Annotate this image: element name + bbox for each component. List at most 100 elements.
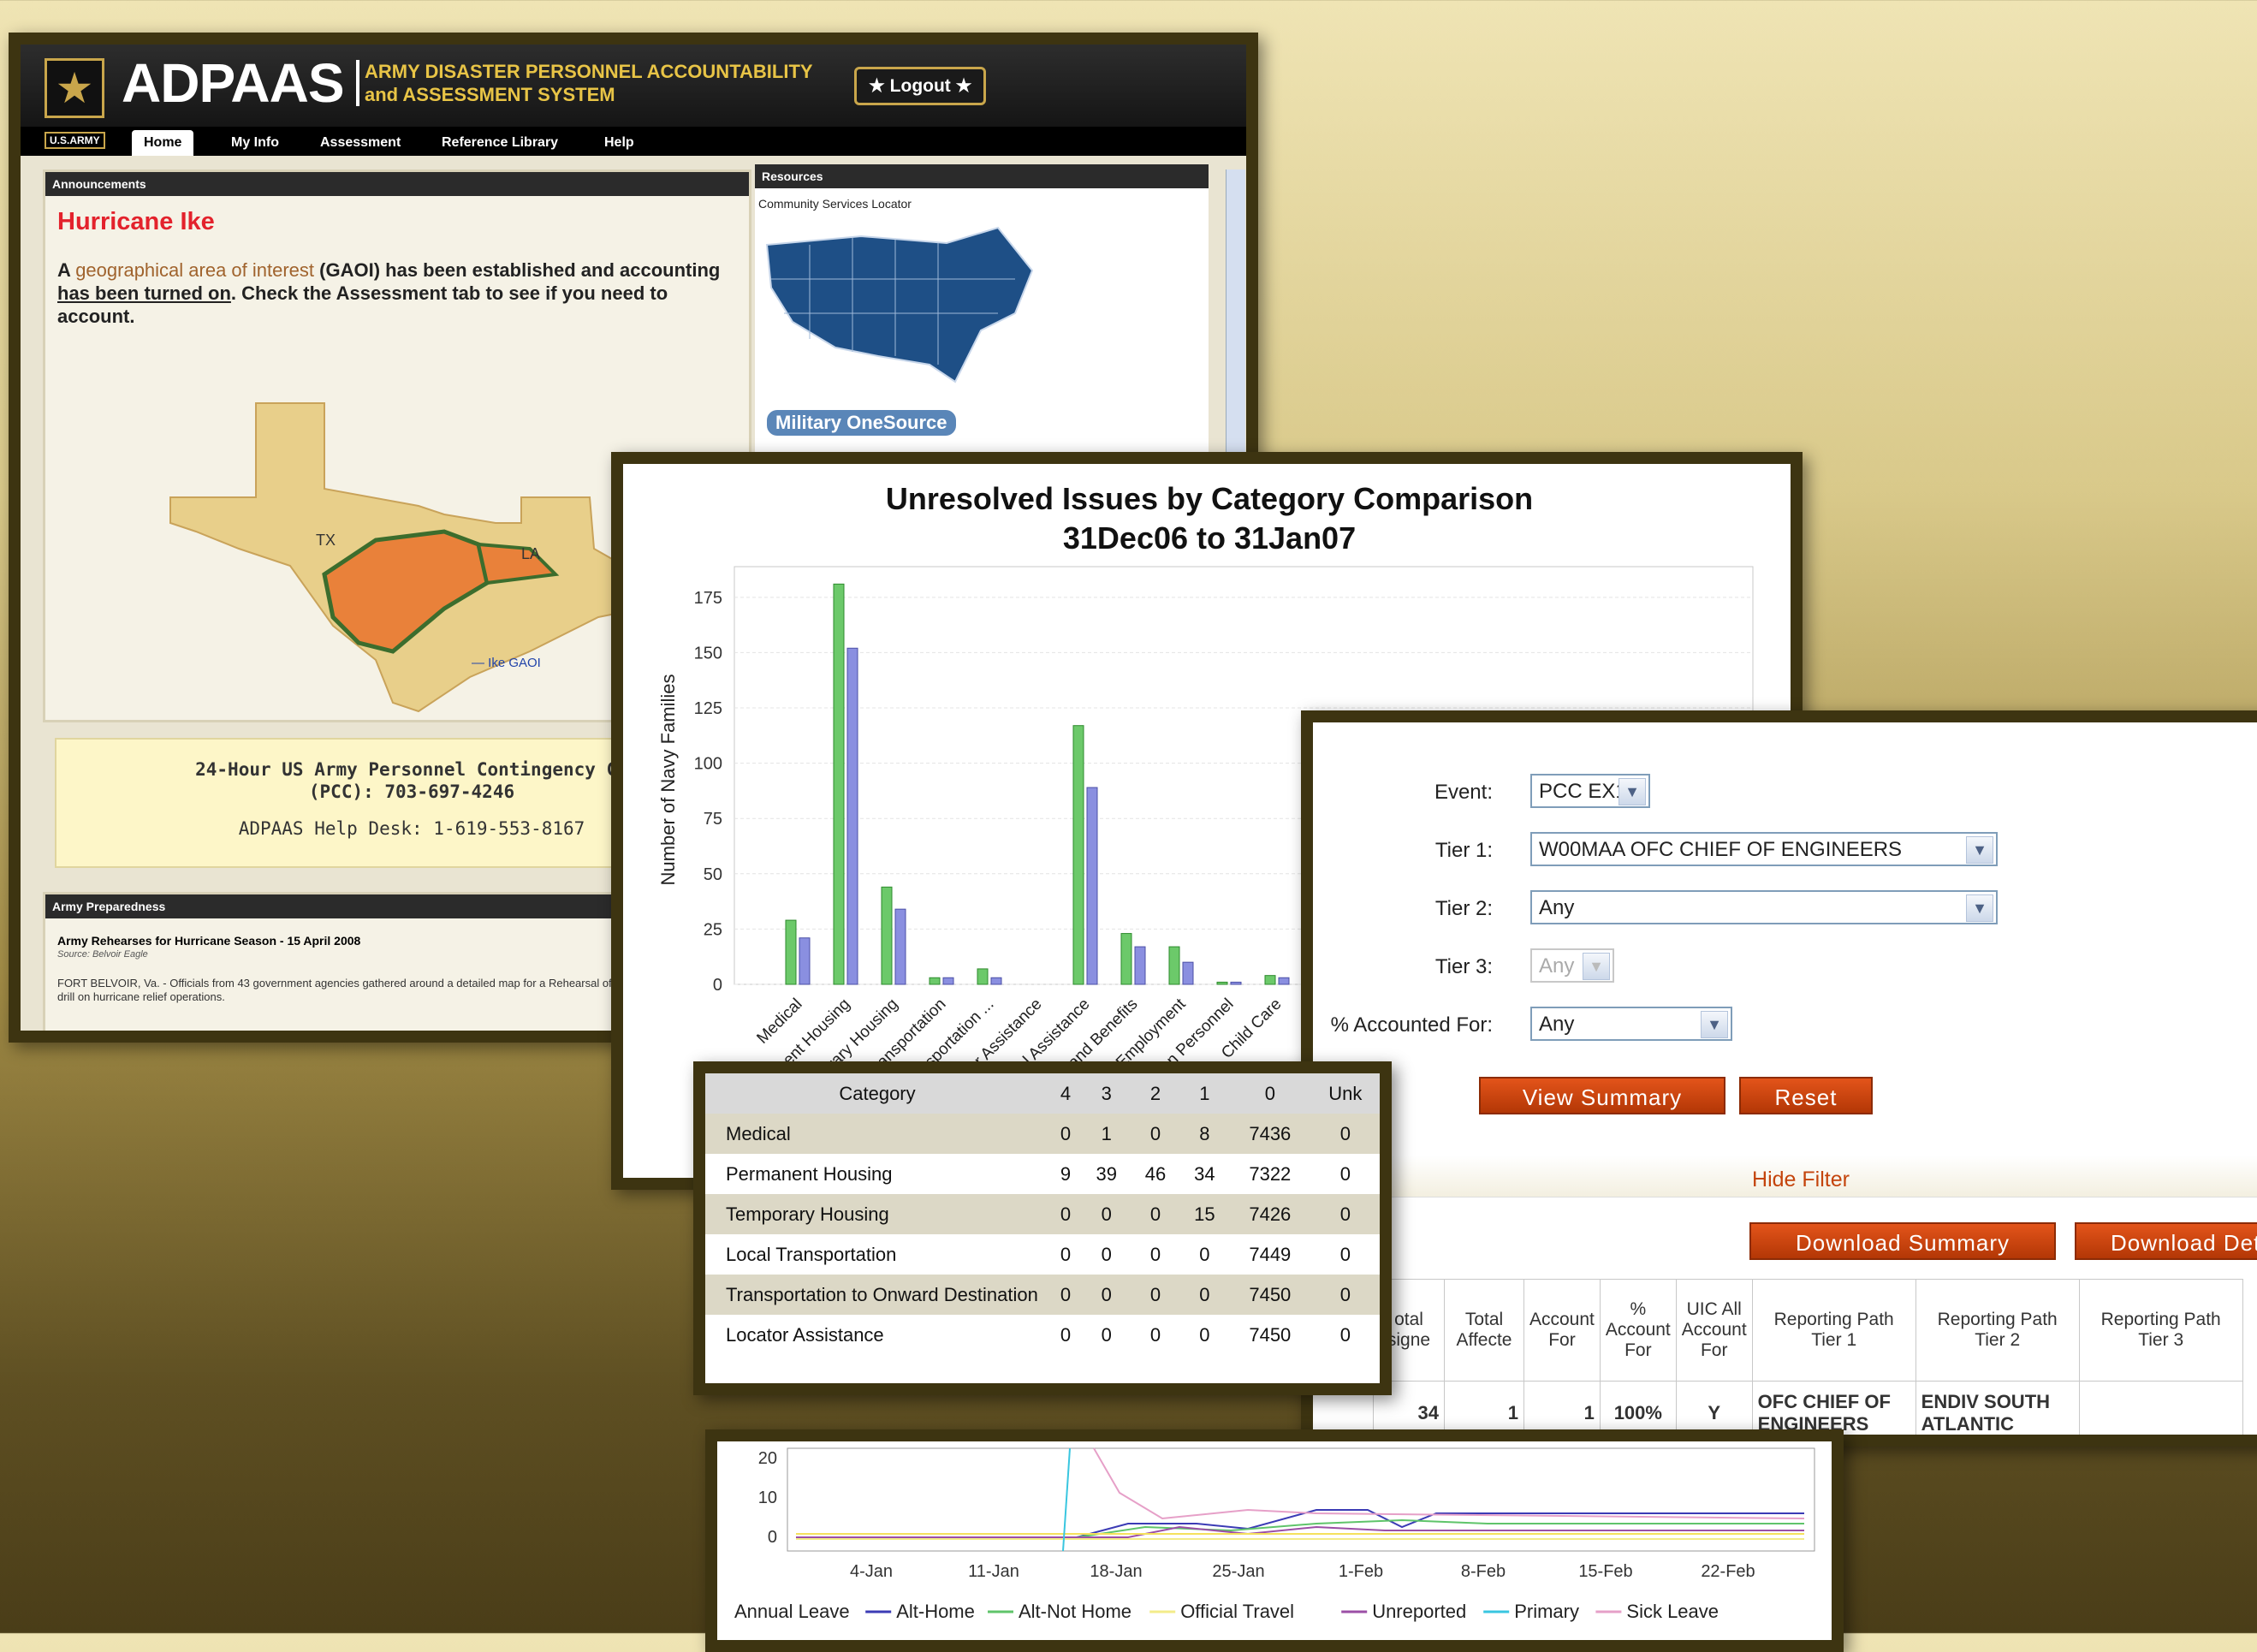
y-tick-label: 10 bbox=[758, 1489, 777, 1507]
map-label-la: LA bbox=[521, 545, 540, 562]
adpaas-header: ★ ADPAAS ARMY DISASTER PERSONNEL ACCOUNT… bbox=[21, 45, 1246, 127]
summary-row[interactable]: 34 1 1 100% Y OFC CHIEF OF ENGINEERS END… bbox=[1373, 1381, 2243, 1435]
x-tick-label: 1-Feb bbox=[1339, 1562, 1383, 1581]
bar bbox=[846, 647, 858, 985]
x-tick-label: 18-Jan bbox=[1090, 1562, 1142, 1581]
army-star-icon: ★ bbox=[45, 58, 104, 118]
legend-label: Official Travel bbox=[1180, 1601, 1294, 1622]
table-row[interactable]: Temporary Housing 0 0 0 15 7426 0 bbox=[705, 1194, 1380, 1234]
tier3-label: Tier 3: bbox=[1434, 955, 1493, 978]
view-summary-button[interactable]: View Summary bbox=[1479, 1077, 1725, 1114]
filter-window: Event: PCC EX1 ▼ Tier 1: W00MAA OFC CHIEF… bbox=[1301, 710, 2257, 1447]
tab-help[interactable]: Help bbox=[592, 130, 646, 156]
summary-header-row: otal signe Total Affecte Account For % A… bbox=[1373, 1279, 2243, 1382]
row-cell: 7450 bbox=[1249, 1283, 1292, 1305]
y-tick-label: 75 bbox=[704, 810, 722, 829]
row-cell: 0 bbox=[1060, 1283, 1072, 1305]
bar bbox=[1072, 725, 1084, 985]
download-summary-button[interactable]: Download Summary bbox=[1749, 1222, 2056, 1260]
row-cell: 9 bbox=[1060, 1162, 1072, 1185]
tab-assessment[interactable]: Assessment bbox=[308, 130, 413, 156]
header-col-3: 3 bbox=[1101, 1082, 1112, 1104]
chevron-down-icon[interactable]: ▼ bbox=[1701, 1011, 1728, 1038]
table-row[interactable]: Permanent Housing 9 39 46 34 7322 0 bbox=[705, 1154, 1380, 1194]
row-cell: 0 bbox=[1149, 1323, 1161, 1346]
row-cell: 0 bbox=[1199, 1243, 1210, 1265]
row-cell: 46 bbox=[1144, 1162, 1167, 1185]
announcement-headline: Hurricane Ike bbox=[57, 208, 215, 235]
row-cell: 0 bbox=[1101, 1283, 1112, 1305]
table-row[interactable]: Transportation to Onward Destination 0 0… bbox=[705, 1275, 1380, 1315]
resources-header: Resources bbox=[755, 164, 1209, 188]
bar bbox=[1120, 933, 1132, 985]
chevron-down-icon[interactable]: ▼ bbox=[1619, 778, 1646, 805]
y-tick-label: 0 bbox=[713, 976, 722, 995]
legend-label: Unreported bbox=[1372, 1601, 1466, 1622]
tab-home[interactable]: Home bbox=[132, 130, 194, 156]
table-row[interactable]: Locator Assistance 0 0 0 0 7450 0 bbox=[705, 1315, 1380, 1355]
announcements-header: Announcements bbox=[45, 172, 749, 196]
row-category: Locator Assistance bbox=[726, 1323, 884, 1346]
row-cell: 0 bbox=[1101, 1203, 1112, 1225]
resources-scrollbar[interactable] bbox=[1226, 169, 1245, 495]
chevron-down-icon[interactable]: ▼ bbox=[1966, 836, 1993, 864]
tier3-value: Any bbox=[1539, 954, 1575, 978]
turned-on-link[interactable]: has been turned on bbox=[57, 282, 231, 304]
tier2-label: Tier 2: bbox=[1434, 897, 1493, 920]
header-col-4: 4 bbox=[1060, 1082, 1072, 1104]
table-row[interactable]: Local Transportation 0 0 0 0 7449 0 bbox=[705, 1234, 1380, 1275]
bar bbox=[1182, 961, 1194, 985]
table-row[interactable]: Medical 0 1 0 8 7436 0 bbox=[705, 1114, 1380, 1154]
bar bbox=[833, 583, 845, 985]
cell-total-affected: 1 bbox=[1444, 1381, 1524, 1435]
row-cell: 7322 bbox=[1249, 1162, 1292, 1185]
cell-uic-all-accounted: Y bbox=[1675, 1381, 1753, 1435]
tier1-select[interactable]: W00MAA OFC CHIEF OF ENGINEERS ▼ bbox=[1530, 832, 1998, 866]
row-cell: 0 bbox=[1060, 1122, 1072, 1144]
gaoi-link[interactable]: geographical area of interest bbox=[75, 259, 314, 281]
bar bbox=[1278, 977, 1290, 985]
tab-my-info[interactable]: My Info bbox=[219, 130, 291, 156]
military-onesource-link[interactable]: Military OneSource bbox=[767, 410, 956, 436]
download-detail-button[interactable]: Download Det bbox=[2075, 1222, 2257, 1260]
row-cell: 0 bbox=[1149, 1243, 1161, 1265]
tier3-select: Any ▼ bbox=[1530, 948, 1614, 983]
us-map-icon[interactable] bbox=[758, 219, 1041, 390]
y-tick-label: 100 bbox=[694, 755, 722, 774]
tier2-select[interactable]: Any ▼ bbox=[1530, 890, 1998, 924]
bar bbox=[785, 919, 797, 985]
event-label: Event: bbox=[1434, 781, 1493, 804]
pct-accounted-select[interactable]: Any ▼ bbox=[1530, 1007, 1732, 1041]
gaoi-map: TX LA — Ike GAOI bbox=[169, 402, 643, 713]
tier1-label: Tier 1: bbox=[1434, 839, 1493, 862]
cell-pct-accounted-for: 100% bbox=[1599, 1381, 1677, 1435]
header-category: Category bbox=[839, 1082, 916, 1104]
body-text-b: (GAOI) has been established and accounti… bbox=[314, 259, 721, 281]
legend-label: Alt-Home bbox=[896, 1601, 975, 1622]
chevron-down-icon[interactable]: ▼ bbox=[1966, 894, 1993, 922]
summary-table: otal signe Total Affecte Account For % A… bbox=[1373, 1279, 2243, 1435]
us-army-tag: U.S.ARMY bbox=[45, 132, 105, 149]
reset-button[interactable]: Reset bbox=[1739, 1077, 1873, 1114]
logout-button[interactable]: ★ Logout ★ bbox=[854, 67, 987, 105]
header-reporting-tier2: Reporting Path Tier 2 bbox=[1915, 1279, 2080, 1382]
row-category: Transportation to Onward Destination bbox=[726, 1283, 1038, 1305]
row-cell: 0 bbox=[1199, 1323, 1210, 1346]
row-category: Local Transportation bbox=[726, 1243, 897, 1265]
legend-label: Annual Leave bbox=[734, 1601, 850, 1622]
row-cell: 0 bbox=[1339, 1122, 1351, 1144]
app-subtitle-line1: ARMY DISASTER PERSONNEL ACCOUNTABILITY bbox=[365, 61, 813, 82]
cell-accounted-for: 1 bbox=[1523, 1381, 1601, 1435]
header-col-0: 0 bbox=[1264, 1082, 1275, 1104]
tab-reference-library[interactable]: Reference Library bbox=[430, 130, 570, 156]
row-cell: 34 bbox=[1194, 1162, 1215, 1185]
row-cell: 0 bbox=[1101, 1323, 1112, 1346]
hide-filter-link[interactable]: Hide Filter bbox=[1313, 1168, 2257, 1192]
event-select[interactable]: PCC EX1 ▼ bbox=[1530, 774, 1650, 808]
x-tick-label: 11-Jan bbox=[968, 1562, 1019, 1581]
community-services-locator-link[interactable]: Community Services Locator bbox=[758, 197, 1205, 211]
legend-label: Primary bbox=[1514, 1601, 1579, 1622]
row-cell: 7449 bbox=[1249, 1243, 1292, 1265]
legend-label: Sick Leave bbox=[1626, 1601, 1719, 1622]
y-tick-label: 175 bbox=[694, 589, 722, 608]
